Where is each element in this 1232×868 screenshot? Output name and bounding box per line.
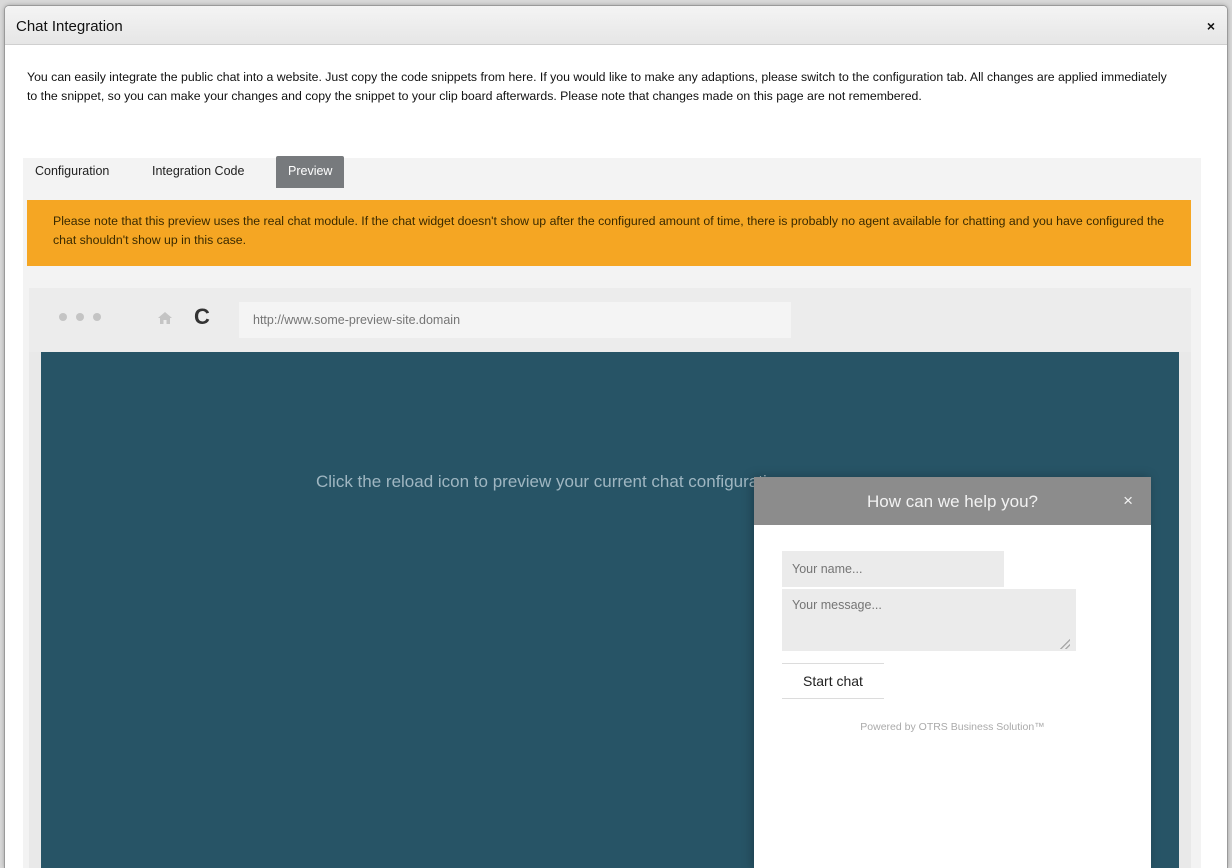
tab-preview[interactable]: Preview [276, 156, 345, 188]
chat-close-icon[interactable]: × [1123, 491, 1133, 511]
tab-integration-code[interactable]: Integration Code [146, 158, 250, 190]
name-field[interactable] [782, 551, 1004, 587]
intro-text: You can easily integrate the public chat… [27, 70, 1167, 103]
resize-handle-icon[interactable] [1060, 639, 1070, 649]
preview-notice: Please note that this preview uses the r… [27, 200, 1191, 266]
dialog-titlebar: Chat Integration × [5, 6, 1227, 45]
close-icon[interactable]: × [1207, 19, 1215, 33]
reload-icon[interactable]: C [194, 304, 210, 330]
browser-toolbar: C [29, 288, 1191, 352]
powered-by-text: Powered by OTRS Business Solution™ [860, 721, 1045, 733]
chat-widget: How can we help you? × Start chat Powere… [754, 477, 1151, 868]
home-icon[interactable] [157, 310, 173, 326]
chat-header: How can we help you? × [754, 477, 1151, 525]
dialog-title: Chat Integration [16, 18, 123, 35]
window-dot-icon [76, 313, 84, 321]
preview-instruction: Click the reload icon to preview your cu… [316, 472, 786, 491]
chat-title: How can we help you? [866, 492, 1039, 511]
window-dot-icon [93, 313, 101, 321]
tab-configuration[interactable]: Configuration [29, 158, 115, 190]
window-dot-icon [59, 313, 67, 321]
url-field[interactable] [239, 302, 791, 338]
message-field[interactable] [782, 589, 1076, 651]
start-chat-button[interactable]: Start chat [782, 663, 884, 699]
